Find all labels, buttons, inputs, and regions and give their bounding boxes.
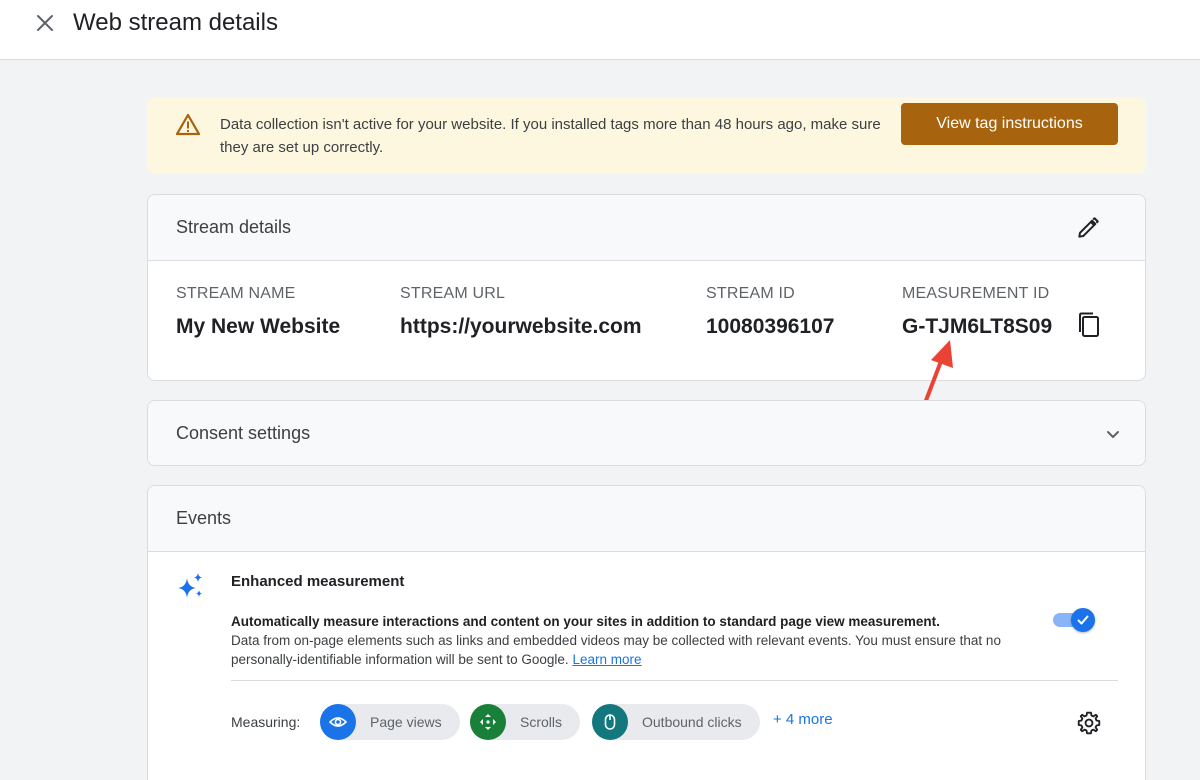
measurement-id-value[interactable]: G-TJM6LT8S09 [902,315,1052,339]
stream-details-title: Stream details [176,217,292,237]
stream-url-value: https://yourwebsite.com [400,315,642,338]
close-button[interactable] [30,8,60,38]
events-header: Events [148,486,1145,552]
top-bar: Web stream details [0,0,1200,60]
consent-settings-title: Consent settings [176,423,311,443]
sparkle-icon [178,573,202,598]
view-tag-instructions-button[interactable]: View tag instructions [901,103,1118,145]
measuring-label: Measuring: [231,714,301,730]
enhanced-measurement-title: Enhanced measurement [231,573,405,590]
chip-page-views[interactable]: Page views [320,704,460,740]
enhanced-measurement-settings-button[interactable] [1076,710,1102,741]
divider [231,680,1118,681]
events-title: Events [176,508,232,528]
consent-settings-header[interactable]: Consent settings [148,401,1145,465]
chip-page-views-label: Page views [370,714,442,730]
copy-measurement-id-button[interactable] [1076,311,1102,344]
enhanced-measurement-toggle[interactable] [1053,608,1097,632]
warning-icon [175,113,201,136]
stream-details-card: Stream details STREAM NAME My New Websit… [147,194,1146,381]
stream-id-value: 10080396107 [706,315,835,338]
edit-button[interactable] [1075,215,1101,241]
enhanced-measurement-summary: Automatically measure interactions and c… [231,614,940,629]
mouse-icon [592,704,628,740]
stream-url-label: STREAM URL [400,285,506,302]
gear-icon [1077,711,1101,735]
stream-name-label: STREAM NAME [176,285,296,302]
stream-id-field: STREAM ID 10080396107 [706,285,834,339]
measurement-id-field: MEASUREMENT ID G-TJM6LT8S09 [902,285,1052,339]
consent-settings-card[interactable]: Consent settings [147,400,1146,466]
pencil-icon [1078,217,1099,238]
chip-outbound-clicks[interactable]: Outbound clicks [592,704,760,740]
chevron-down-icon [1107,431,1119,438]
close-icon [37,15,53,31]
stream-id-label: STREAM ID [706,285,795,302]
expand-consent-button[interactable] [1105,426,1121,447]
scroll-arrows-icon [470,704,506,740]
stream-name-field: STREAM NAME My New Website [176,285,340,339]
toggle-knob [1071,608,1095,632]
more-events-link[interactable]: + 4 more [773,711,833,728]
enhanced-measurement-description: Automatically measure interactions and c… [231,612,1061,669]
check-icon [1077,615,1089,625]
events-card: Events Enhanced measurement Automaticall… [147,485,1146,780]
stream-name-value: My New Website [176,315,341,338]
eye-icon [320,704,356,740]
stream-url-field: STREAM URL https://yourwebsite.com [400,285,642,339]
measurement-id-label: MEASUREMENT ID [902,285,1050,302]
page-title: Web stream details [73,9,278,36]
chip-outbound-clicks-label: Outbound clicks [642,714,742,730]
copy-icon [1079,312,1099,337]
learn-more-link[interactable]: Learn more [572,652,641,667]
chip-scrolls[interactable]: Scrolls [470,704,581,740]
banner-message: Data collection isn't active for your we… [220,116,881,156]
chip-scrolls-label: Scrolls [520,714,563,730]
stream-details-header: Stream details [148,195,1145,261]
